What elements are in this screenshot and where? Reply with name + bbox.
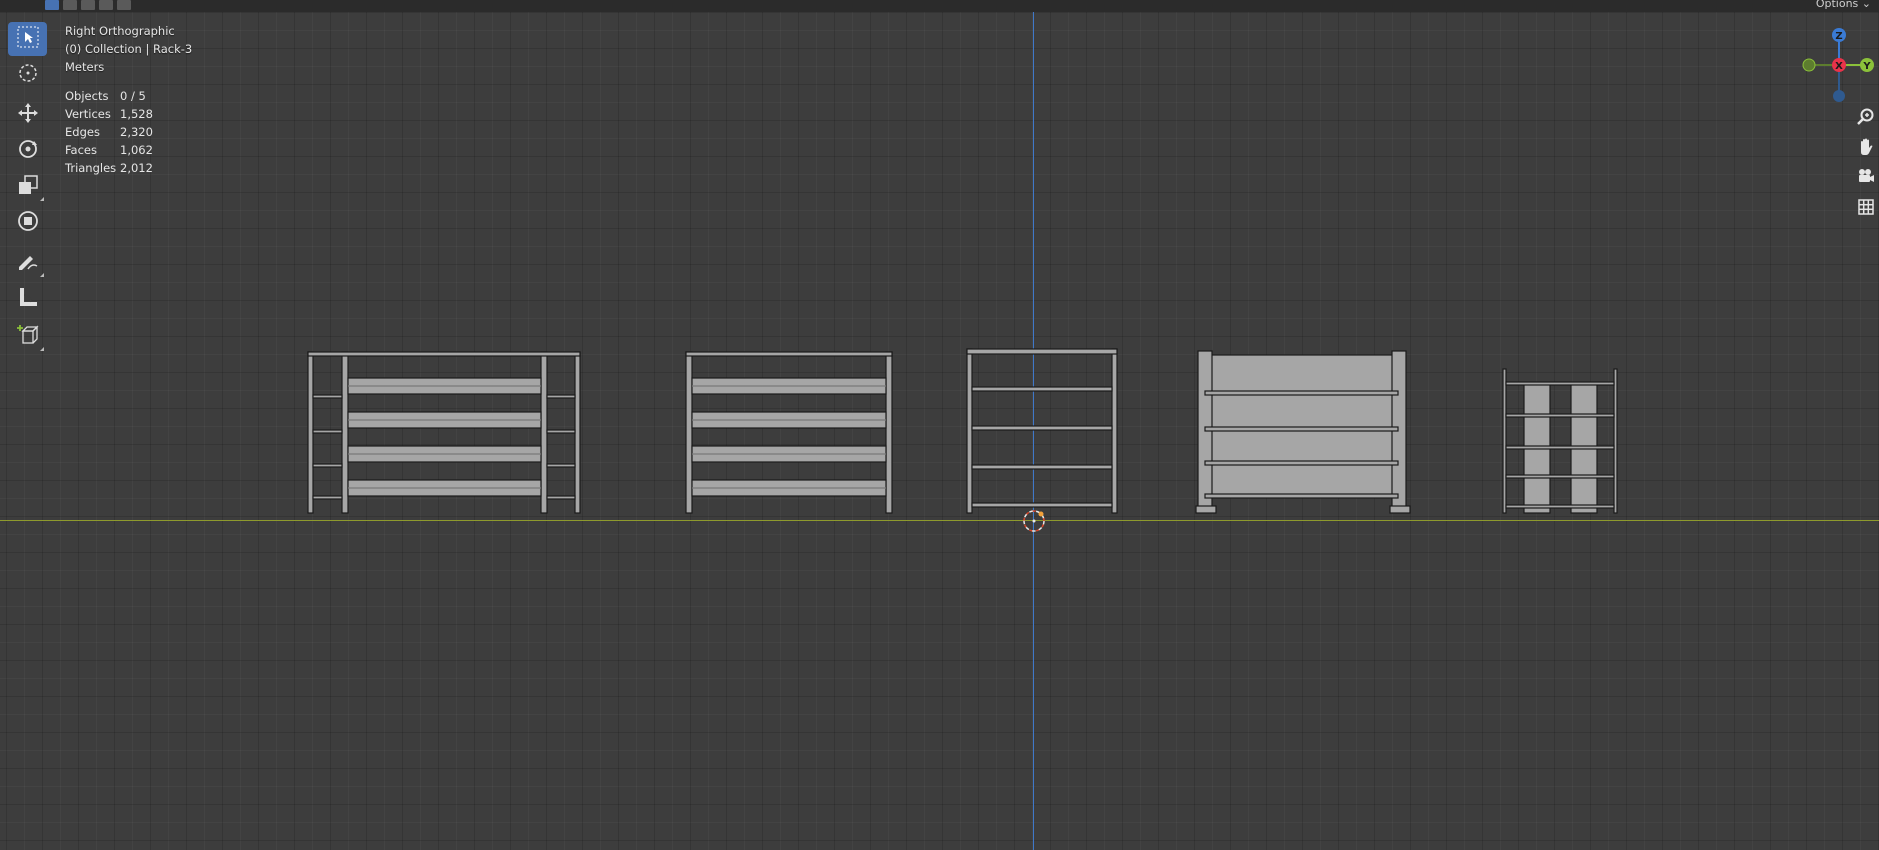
units-label: Meters [65, 60, 105, 74]
cursor-tool[interactable] [8, 58, 47, 92]
z-axis-label: Z [1835, 31, 1842, 42]
add-cube-icon [16, 323, 40, 351]
orthographic-toggle-button[interactable] [1853, 196, 1879, 222]
stat-value: 2,012 [120, 161, 153, 175]
scale-icon [16, 173, 40, 201]
rack-object-1[interactable] [307, 351, 581, 514]
stat-label: Faces [65, 143, 97, 157]
active-collection: (0) Collection | Rack-3 [65, 42, 193, 56]
stat-value: 2,320 [120, 125, 153, 139]
3d-cursor-tool-icon [16, 61, 40, 89]
pan-button[interactable] [1853, 136, 1879, 162]
stat-row-edges: Edges 2,320 [65, 123, 185, 141]
move-arrows-icon [16, 101, 40, 129]
3d-viewport[interactable]: Options ⌄ Right Orthographic (0) Collect… [0, 0, 1879, 850]
annotate-tool[interactable] [8, 246, 47, 280]
navigation-gizmo[interactable]: Z X Y [1795, 22, 1879, 106]
cursor-select-icon [16, 25, 40, 53]
y-axis-label: Y [1862, 61, 1871, 72]
stat-value: 1,528 [120, 107, 153, 121]
scene-objects [307, 348, 1618, 532]
x-axis-label: X [1835, 61, 1843, 72]
stat-label: Vertices [65, 107, 111, 121]
viewport-info: Right Orthographic (0) Collection | Rack… [65, 22, 192, 76]
select-box-tool[interactable] [8, 22, 47, 56]
stat-row-vertices: Vertices 1,528 [65, 105, 185, 123]
transform-tool[interactable] [8, 206, 47, 240]
stat-label: Objects [65, 89, 109, 103]
stat-row-triangles: Triangles 2,012 [65, 159, 185, 177]
rotate-tool[interactable] [8, 134, 47, 168]
camera-view-button[interactable] [1853, 166, 1879, 192]
grid-icon [1856, 197, 1876, 221]
stat-value: 0 / 5 [120, 89, 146, 103]
camera-icon [1856, 167, 1876, 191]
zoom-button[interactable] [1853, 106, 1879, 132]
rack-object-3[interactable] [966, 348, 1118, 514]
stat-label: Triangles [65, 161, 117, 175]
rotate-icon [16, 137, 40, 165]
pencil-icon [16, 249, 40, 277]
move-tool[interactable] [8, 98, 47, 132]
add-cube-tool[interactable] [8, 320, 47, 354]
scale-tool[interactable] [8, 170, 47, 204]
rack-object-2[interactable] [685, 351, 893, 514]
zoom-magnifier-icon [1856, 107, 1876, 131]
scene-statistics: Objects 0 / 5 Vertices 1,528 Edges 2,320… [65, 87, 185, 177]
stat-row-objects: Objects 0 / 5 [65, 87, 185, 105]
rack-object-5[interactable] [1502, 368, 1618, 514]
neg-z-axis-icon[interactable] [1833, 90, 1845, 102]
stat-label: Edges [65, 125, 100, 139]
stat-row-faces: Faces 1,062 [65, 141, 185, 159]
transform-icon [16, 209, 40, 237]
hand-icon [1856, 137, 1876, 161]
ruler-icon [16, 285, 40, 313]
3d-cursor-icon[interactable] [1023, 510, 1045, 532]
neg-y-axis-icon[interactable] [1802, 58, 1816, 72]
view-title: Right Orthographic [65, 24, 175, 38]
stat-value: 1,062 [120, 143, 153, 157]
rack-object-4[interactable] [1195, 350, 1411, 514]
measure-tool[interactable] [8, 282, 47, 316]
